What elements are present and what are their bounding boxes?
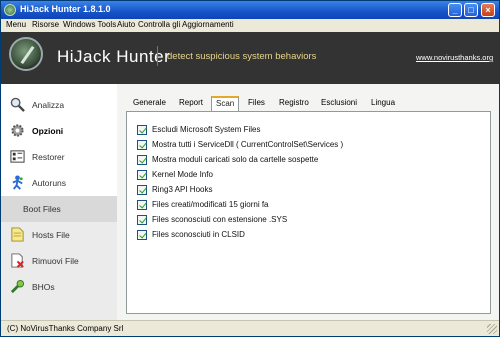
sidebar-item-label: Boot Files: [23, 204, 61, 214]
sidebar-item-bhos[interactable]: BHOs: [1, 274, 117, 300]
restore-icon: [10, 150, 25, 163]
maximize-button[interactable]: □: [464, 3, 478, 17]
window-title: HiJack Hunter 1.8.1.0: [20, 4, 111, 14]
checkbox[interactable]: [137, 200, 147, 210]
tab-lingua[interactable]: Lingua: [371, 98, 395, 111]
gear-icon: [11, 124, 24, 137]
sidebar-item-analizza[interactable]: Analizza: [1, 92, 117, 118]
sidebar-item-label: Opzioni: [32, 126, 64, 136]
close-button[interactable]: ×: [481, 3, 495, 17]
main-window: HiJack Hunter 1.8.1.0 _ □ × Menu Risorse…: [0, 0, 500, 337]
website-link[interactable]: www.novirusthanks.org: [416, 53, 493, 62]
sidebar-item-opzioni[interactable]: Opzioni: [1, 118, 117, 144]
sidebar-item-label: Autoruns: [32, 178, 67, 188]
sidebar-item-autoruns[interactable]: Autoruns: [1, 170, 117, 196]
checkbox[interactable]: [137, 185, 147, 195]
compass-logo-icon: [9, 37, 43, 71]
sidebar-item-label: Hosts File: [32, 230, 70, 240]
sidebar-item-hosts-file[interactable]: Hosts File: [1, 222, 117, 248]
sidebar-item-rimuovi-file[interactable]: Rimuovi File: [1, 248, 117, 274]
menu-item-aggiornamenti[interactable]: Controlla gli Aggiornamenti: [138, 20, 234, 29]
tagline: detect suspicious system behaviors: [167, 51, 317, 62]
sidebar-item-label: BHOs: [32, 282, 55, 292]
checkbox[interactable]: [137, 140, 147, 150]
minimize-button[interactable]: _: [448, 3, 462, 17]
app-header: HiJack Hunter detect suspicious system b…: [1, 32, 499, 84]
scan-options-panel: Escludi Microsoft System Files Mostra tu…: [126, 111, 491, 314]
tab-generale[interactable]: Generale: [133, 98, 166, 111]
delete-file-icon: [11, 253, 24, 268]
menu-item-windows-tools[interactable]: Windows Tools: [63, 20, 116, 29]
tab-registro[interactable]: Registro: [279, 98, 309, 111]
tab-esclusioni[interactable]: Esclusioni: [321, 98, 357, 111]
sidebar-item-label: Rimuovi File: [32, 256, 79, 266]
tab-files[interactable]: Files: [248, 98, 265, 111]
sidebar-item-label: Analizza: [32, 100, 65, 110]
autoruns-icon: [12, 175, 23, 190]
sidebar-item-boot-files[interactable]: Boot Files: [1, 196, 117, 222]
menu-item-menu[interactable]: Menu: [6, 20, 26, 29]
magnifier-icon: [10, 97, 25, 112]
hosts-file-icon: [11, 227, 24, 242]
menu-bar: Menu Risorse Windows Tools Aiuto Control…: [1, 19, 499, 32]
checkbox[interactable]: [137, 230, 147, 240]
copyright-text: (C) NoVirusThanks Company Srl: [7, 324, 124, 333]
sidebar: Analizza Opzioni Restorer Autoruns Boot …: [1, 84, 117, 320]
tab-report[interactable]: Report: [179, 98, 203, 111]
checkbox[interactable]: [137, 170, 147, 180]
tab-scan[interactable]: Scan: [211, 96, 240, 111]
title-bar[interactable]: HiJack Hunter 1.8.1.0 _ □ ×: [1, 1, 499, 19]
bho-icon: [10, 279, 25, 294]
brand-title: HiJack Hunter: [57, 47, 171, 66]
checkbox[interactable]: [137, 215, 147, 225]
app-icon: [4, 4, 16, 16]
resize-grip[interactable]: [487, 324, 497, 334]
header-divider: [157, 46, 158, 66]
checkbox[interactable]: [137, 125, 147, 135]
menu-item-aiuto[interactable]: Aiuto: [117, 20, 135, 29]
menu-item-risorse[interactable]: Risorse: [32, 20, 59, 29]
sidebar-item-restorer[interactable]: Restorer: [1, 144, 117, 170]
options-content: Generale Report Scan Files Registro Escl…: [117, 84, 499, 320]
sidebar-item-label: Restorer: [32, 152, 65, 162]
status-bar: (C) NoVirusThanks Company Srl: [1, 320, 499, 336]
checkbox[interactable]: [137, 155, 147, 165]
